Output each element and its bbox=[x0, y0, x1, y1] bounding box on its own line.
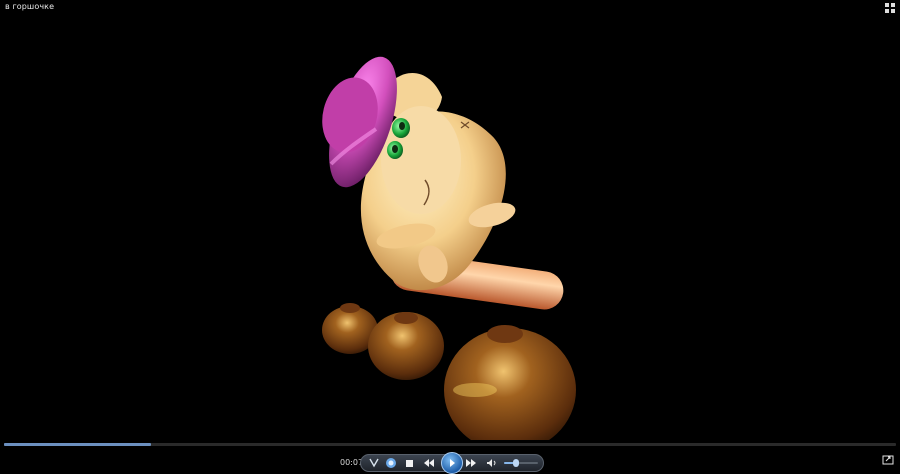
seek-bar[interactable] bbox=[4, 443, 896, 446]
next-icon bbox=[466, 459, 476, 467]
speaker-icon bbox=[486, 459, 495, 467]
switch-library-button[interactable] bbox=[368, 457, 380, 469]
play-button[interactable] bbox=[441, 452, 463, 474]
play-icon bbox=[450, 459, 455, 467]
mini-mode-icon[interactable] bbox=[882, 455, 894, 465]
player-controls bbox=[360, 452, 544, 474]
video-frame[interactable] bbox=[0, 0, 900, 440]
previous-button[interactable] bbox=[423, 457, 435, 469]
volume-slider[interactable] bbox=[504, 459, 538, 467]
mute-button[interactable] bbox=[485, 457, 497, 469]
switch-library-icon bbox=[368, 458, 379, 468]
previous-icon bbox=[424, 459, 434, 467]
shuffle-icon bbox=[386, 458, 396, 468]
shuffle-button[interactable] bbox=[385, 457, 397, 469]
next-button[interactable] bbox=[465, 457, 477, 469]
volume-knob[interactable] bbox=[512, 459, 519, 467]
stop-button[interactable] bbox=[403, 457, 415, 469]
seek-progress bbox=[4, 443, 152, 446]
stop-icon bbox=[405, 459, 413, 467]
large-pot bbox=[444, 325, 576, 440]
medium-pot bbox=[368, 312, 444, 380]
